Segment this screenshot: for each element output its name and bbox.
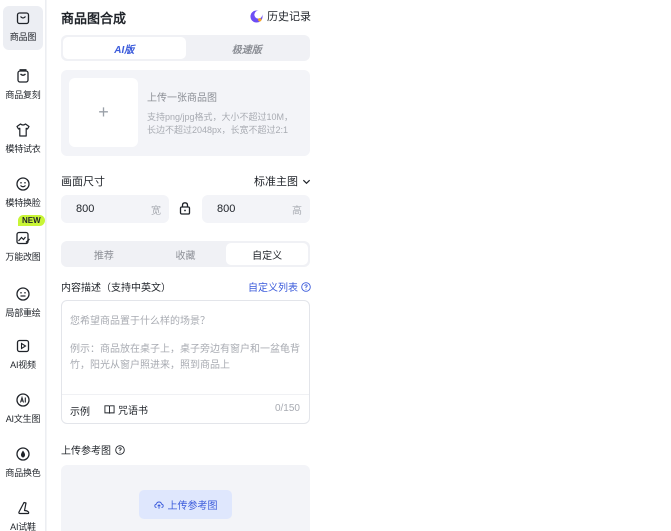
question-circle-icon[interactable]	[115, 444, 125, 455]
tab-custom[interactable]: 自定义	[226, 243, 309, 265]
nav-label: 万能改图	[5, 252, 41, 262]
nav-label: 商品图	[9, 32, 37, 42]
tab-fast-version[interactable]: 极速版	[186, 37, 309, 59]
reference-label: 上传参考图	[61, 442, 125, 457]
nav-label: AI视频	[10, 360, 36, 370]
nav-item-ai-text-to-image[interactable]: AI文生图	[0, 388, 46, 432]
custom-list-label: 自定义列表	[248, 283, 298, 294]
example-button[interactable]: 示例	[70, 403, 90, 418]
nav-item-color-change[interactable]: 商品换色	[0, 442, 46, 486]
width-input[interactable]: 800 宽	[61, 195, 169, 223]
char-counter: 0/150	[274, 403, 300, 414]
nav-item-ai-video[interactable]: AI视频	[0, 334, 46, 378]
nav-label: AI文生图	[5, 414, 41, 424]
size-preset-select[interactable]: 标准主图	[254, 173, 311, 189]
nav-item-product-image[interactable]: 商品图	[3, 6, 43, 50]
custom-list-link[interactable]: 自定义列表	[248, 279, 311, 294]
nav-label: AI试鞋	[10, 522, 36, 531]
height-value: 800	[217, 203, 236, 215]
reference-label-text: 上传参考图	[61, 446, 111, 457]
upload-reference-label: 上传参考图	[167, 501, 218, 512]
lock-icon[interactable]	[178, 201, 192, 215]
history-label: 历史记录	[267, 11, 311, 23]
spellbook-label: 咒语书	[118, 406, 148, 417]
width-value: 800	[76, 203, 95, 215]
smile-face-icon	[16, 177, 30, 191]
color-drop-icon	[16, 447, 30, 461]
history-moon-icon	[250, 9, 263, 23]
question-circle-icon	[301, 281, 311, 292]
upload-hint: 支持png/jpg格式，大小不超过10M， 长边不超过2048px，长宽不超过2…	[147, 111, 293, 137]
nav-label: 模特试衣	[5, 144, 41, 154]
mode-tabs: AI版 极速版	[61, 35, 310, 61]
width-unit: 宽	[151, 205, 161, 217]
upload-reference-button[interactable]: 上传参考图	[139, 490, 232, 519]
nav-item-universal-edit[interactable]: 万能改图	[0, 226, 46, 270]
shirt-icon	[16, 123, 30, 137]
description-textarea[interactable]: 您希望商品置于什么样的场景？ 例示：商品放在桌子上，桌子旁边有窗户和一盆龟背竹，…	[61, 300, 310, 424]
nav-label: 商品复刻	[5, 90, 41, 100]
spellbook-button[interactable]: 咒语书	[104, 402, 148, 417]
tab-ai-version[interactable]: AI版	[63, 37, 186, 59]
preview-canvas	[325, 0, 671, 531]
cloud-upload-icon	[153, 501, 164, 509]
nav-item-local-redraw[interactable]: 局部重绘	[0, 282, 46, 326]
nav-item-model-tryon[interactable]: 模特试衣	[0, 118, 46, 162]
tab-recommended[interactable]: 推荐	[63, 243, 145, 265]
height-unit: 高	[292, 205, 302, 217]
textarea-divider	[62, 394, 309, 395]
size-preset-value: 标准主图	[254, 176, 298, 188]
description-label: 内容描述（支持中英文）	[61, 283, 171, 294]
nav-item-ai-shoes[interactable]: AI试鞋	[0, 496, 46, 531]
book-icon	[104, 405, 115, 414]
tab-favorites[interactable]: 收藏	[145, 243, 227, 265]
history-button[interactable]: 历史记录	[250, 8, 311, 24]
copy-box-icon	[17, 69, 29, 83]
face-brush-icon	[16, 287, 30, 301]
product-upload-area[interactable]: + 上传一张商品图 支持png/jpg格式，大小不超过10M， 长边不超过204…	[61, 70, 310, 156]
left-nav: 商品图 商品复刻 模特试衣 模特换脸 NEW 万能改图 局部重绘 AI视频 AI…	[0, 0, 46, 531]
settings-panel: 商品图合成 历史记录 AI版 极速版 + 上传一张商品图 支持png/jpg格式…	[47, 0, 325, 531]
upload-plus-button[interactable]: +	[69, 78, 138, 147]
bag-icon	[16, 12, 30, 25]
shoe-icon	[18, 501, 30, 515]
nav-label: 商品换色	[5, 468, 41, 478]
upload-hint-line: 长边不超过2048px，长宽不超过2:1	[147, 125, 289, 135]
description-placeholder-example: 例示：商品放在桌子上，桌子旁边有窗户和一盆龟背竹，阳光从窗户照进来，照到商品上	[70, 344, 300, 371]
video-icon	[16, 339, 30, 353]
size-label: 画面尺寸	[61, 176, 105, 188]
chevron-down-icon	[302, 179, 311, 184]
height-input[interactable]: 800 高	[202, 195, 310, 223]
upload-title: 上传一张商品图	[147, 93, 217, 104]
page-title: 商品图合成	[61, 11, 127, 26]
ai-text-icon	[16, 393, 30, 407]
nav-label: 模特换脸	[5, 198, 41, 208]
nav-item-product-replica[interactable]: 商品复刻	[0, 64, 46, 108]
nav-item-face-swap[interactable]: 模特换脸	[0, 172, 46, 216]
description-placeholder: 您希望商品置于什么样的场景？	[70, 316, 210, 327]
nav-label: 局部重绘	[5, 308, 41, 318]
reference-upload-area[interactable]: 上传参考图	[61, 465, 310, 531]
image-edit-icon	[16, 231, 30, 245]
new-badge: NEW	[18, 215, 45, 226]
prompt-source-tabs: 推荐 收藏 自定义	[61, 241, 310, 267]
upload-hint-line: 支持png/jpg格式，大小不超过10M，	[147, 112, 294, 122]
